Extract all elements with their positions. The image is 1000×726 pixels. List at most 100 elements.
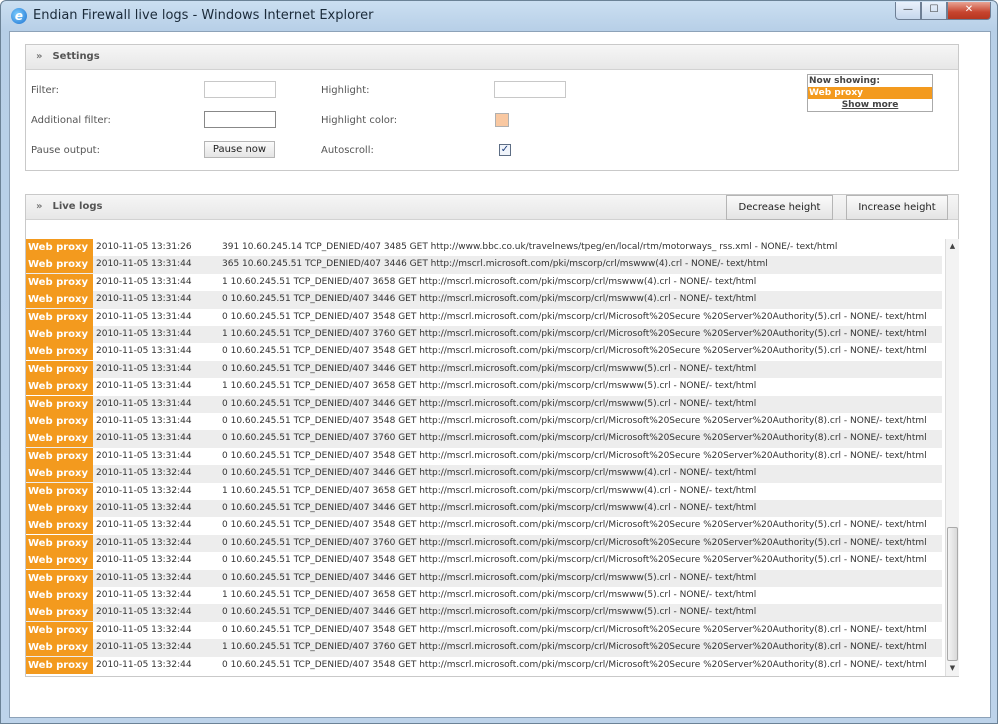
log-row: Web proxy 2010-11-05 13:31:44 0 10.60.245.… (26, 343, 942, 361)
collapse-arrow-icon[interactable]: » (36, 51, 42, 62)
log-message: 0 10.60.245.51 TCP_DENIED/407 3446 GET h… (222, 607, 757, 618)
log-source-badge: Web proxy (26, 430, 93, 448)
title-bar[interactable]: e Endian Firewall live logs - Windows In… (1, 1, 997, 31)
log-timestamp: 2010-11-05 13:31:44 (96, 381, 192, 392)
log-timestamp: 2010-11-05 13:32:44 (96, 624, 192, 635)
close-button[interactable]: ✕ (947, 2, 991, 20)
log-source-badge: Web proxy (26, 326, 93, 343)
log-source-badge: Web proxy (26, 639, 93, 657)
log-source-badge: Web proxy (26, 465, 93, 483)
filter-input[interactable] (204, 81, 276, 98)
log-row: Web proxy 2010-11-05 13:32:44 0 10.60.245.… (26, 552, 942, 570)
log-message: 1 10.60.245.51 TCP_DENIED/407 3760 GET h… (222, 642, 927, 653)
maximize-button[interactable]: ☐ (921, 2, 947, 20)
log-message: 365 10.60.245.51 TCP_DENIED/407 3446 GET… (222, 259, 768, 270)
vertical-scrollbar[interactable]: ▲ ▼ (945, 239, 959, 677)
log-source-badge: Web proxy (26, 291, 93, 309)
window-controls: — ☐ ✕ (895, 2, 991, 20)
log-row: Web proxy 2010-11-05 13:31:44 1 10.60.245.… (26, 273, 942, 291)
log-timestamp: 2010-11-05 13:32:44 (96, 503, 192, 513)
log-message: 0 10.60.245.51 TCP_DENIED/407 3548 GET h… (222, 555, 927, 566)
log-row: Web proxy 2010-11-05 13:31:44 1 10.60.245.… (26, 326, 942, 344)
window-title: Endian Firewall live logs - Windows Inte… (33, 8, 374, 23)
increase-height-button[interactable]: Increase height (846, 195, 948, 220)
log-message: 0 10.60.245.51 TCP_DENIED/407 3760 GET h… (222, 433, 927, 444)
pause-now-button[interactable]: Pause now (204, 141, 275, 158)
log-row: Web proxy 2010-11-05 13:32:44 0 10.60.245.… (26, 656, 942, 674)
additional-filter-input[interactable] (204, 111, 276, 128)
now-showing-header: Now showing: (809, 76, 880, 86)
live-logs-title: Live logs (52, 201, 103, 212)
log-source-badge: Web proxy (26, 360, 93, 378)
log-message: 0 10.60.245.51 TCP_DENIED/407 3446 GET h… (222, 363, 757, 374)
log-message: 0 10.60.245.51 TCP_DENIED/407 3548 GET h… (222, 624, 927, 635)
log-bottom-border (25, 676, 959, 677)
log-timestamp: 2010-11-05 13:31:44 (96, 311, 192, 322)
log-source-badge: Web proxy (26, 517, 93, 535)
log-row: Web proxy 2010-11-05 13:31:44 0 10.60.245.… (26, 308, 942, 326)
log-message: 0 10.60.245.51 TCP_DENIED/407 3548 GET h… (222, 416, 927, 426)
scroll-up-arrow-icon[interactable]: ▲ (946, 239, 959, 253)
log-message: 0 10.60.245.51 TCP_DENIED/407 3446 GET h… (222, 468, 757, 479)
log-message: 391 10.60.245.14 TCP_DENIED/407 3485 GET… (222, 242, 838, 252)
highlight-color-swatch[interactable] (495, 113, 509, 127)
log-source-badge: Web proxy (26, 239, 93, 256)
settings-title: Settings (52, 51, 100, 62)
log-timestamp: 2010-11-05 13:31:44 (96, 294, 192, 305)
log-message: 0 10.60.245.51 TCP_DENIED/407 3446 GET h… (222, 294, 757, 305)
log-timestamp: 2010-11-05 13:31:44 (96, 276, 192, 287)
collapse-arrow-icon[interactable]: » (36, 201, 42, 212)
log-row: Web proxy 2010-11-05 13:32:44 1 10.60.245.… (26, 482, 942, 500)
log-source-badge: Web proxy (26, 604, 93, 622)
log-row: Web proxy 2010-11-05 13:31:44 0 10.60.245.… (26, 360, 942, 379)
log-message: 0 10.60.245.51 TCP_DENIED/407 3548 GET h… (222, 311, 927, 322)
log-message: 0 10.60.245.51 TCP_DENIED/407 3760 GET h… (222, 537, 927, 548)
scroll-down-arrow-icon[interactable]: ▼ (946, 661, 959, 675)
log-timestamp: 2010-11-05 13:31:44 (96, 346, 192, 357)
minimize-button[interactable]: — (895, 2, 921, 20)
log-source-badge: Web proxy (26, 273, 93, 291)
browser-window: e Endian Firewall live logs - Windows In… (0, 0, 998, 724)
log-timestamp: 2010-11-05 13:31:44 (96, 398, 192, 409)
log-row: Web proxy 2010-11-05 13:31:44 1 10.60.245.… (26, 378, 942, 396)
pause-output-label: Pause output: (31, 145, 100, 156)
log-source-badge: Web proxy (26, 534, 93, 552)
log-row: Web proxy 2010-11-05 13:32:44 0 10.60.245.… (26, 517, 942, 535)
log-source-badge: Web proxy (26, 343, 93, 361)
log-source-badge: Web proxy (26, 656, 93, 674)
scrollbar-thumb[interactable] (947, 527, 958, 661)
log-timestamp: 2010-11-05 13:32:44 (96, 659, 192, 670)
autoscroll-checkbox[interactable]: ✓ (499, 144, 511, 156)
log-timestamp: 2010-11-05 13:31:44 (96, 329, 192, 339)
highlight-input[interactable] (494, 81, 566, 98)
log-message: 0 10.60.245.51 TCP_DENIED/407 3446 GET h… (222, 398, 757, 409)
log-timestamp: 2010-11-05 13:31:44 (96, 259, 192, 270)
settings-header[interactable]: » Settings (26, 45, 958, 70)
log-source-badge: Web proxy (26, 552, 93, 570)
log-row: Web proxy 2010-11-05 13:32:44 0 10.60.245.… (26, 569, 942, 587)
highlight-label: Highlight: (321, 85, 370, 96)
log-timestamp: 2010-11-05 13:31:44 (96, 450, 192, 461)
show-more-link[interactable]: Show more (808, 99, 932, 111)
log-source-badge: Web proxy (26, 482, 93, 500)
log-source-badge: Web proxy (26, 447, 93, 465)
settings-panel: » Settings Filter: Additional filter: Pau… (25, 44, 959, 171)
now-showing-item-web-proxy[interactable]: Web proxy (808, 87, 932, 99)
log-timestamp: 2010-11-05 13:31:44 (96, 433, 192, 444)
log-row: Web proxy 2010-11-05 13:32:44 1 10.60.245.… (26, 587, 942, 604)
log-timestamp: 2010-11-05 13:32:44 (96, 537, 192, 548)
log-source-badge: Web proxy (26, 569, 93, 587)
log-message: 1 10.60.245.51 TCP_DENIED/407 3658 GET h… (222, 590, 757, 600)
log-message: 1 10.60.245.51 TCP_DENIED/407 3760 GET h… (222, 329, 927, 339)
log-row: Web proxy 2010-11-05 13:31:44 365 10.60.24… (26, 256, 942, 274)
filter-label: Filter: (31, 85, 59, 96)
log-timestamp: 2010-11-05 13:32:44 (96, 555, 192, 566)
log-message: 0 10.60.245.51 TCP_DENIED/407 3548 GET h… (222, 659, 927, 670)
page-content: » Settings Filter: Additional filter: Pau… (9, 31, 991, 718)
log-timestamp: 2010-11-05 13:31:26 (96, 242, 192, 252)
log-source-badge: Web proxy (26, 621, 93, 639)
decrease-height-button[interactable]: Decrease height (726, 195, 833, 220)
log-source-badge: Web proxy (26, 413, 93, 430)
log-timestamp: 2010-11-05 13:32:44 (96, 590, 192, 600)
log-row: Web proxy 2010-11-05 13:32:44 0 10.60.245.… (26, 621, 942, 639)
